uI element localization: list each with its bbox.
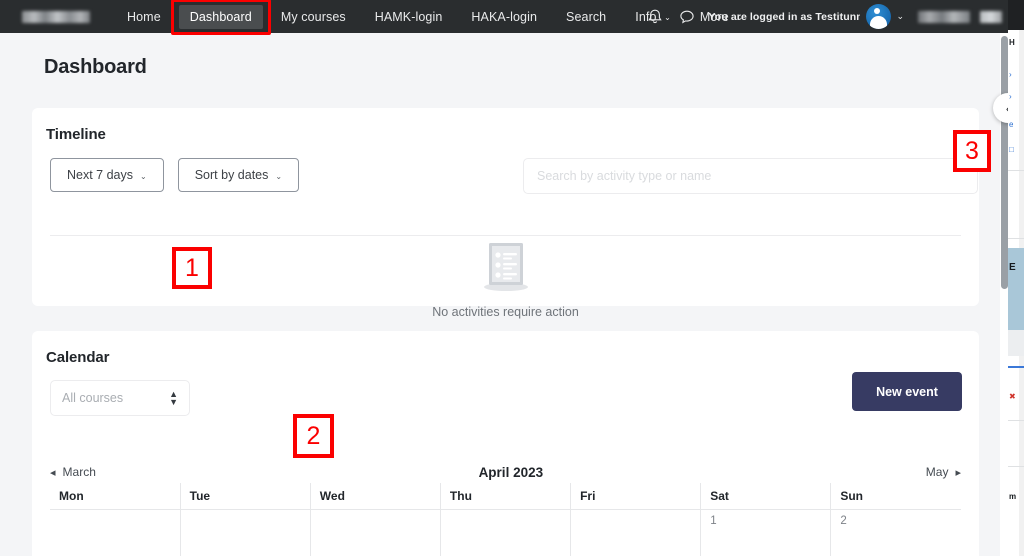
nav-item-dashboard[interactable]: Dashboard xyxy=(170,0,271,35)
calendar-card: Calendar All courses ▲ ▼ New event ◂ Marc… xyxy=(32,331,979,556)
calendar-next-month-label: May xyxy=(925,465,949,479)
calendar-day-header: Tue xyxy=(180,483,311,510)
avatar-body xyxy=(870,16,888,29)
background-text-fragment: › xyxy=(1009,92,1012,101)
background-divider xyxy=(1008,170,1024,171)
background-text-fragment: E xyxy=(1009,262,1016,273)
messages-bubble-icon[interactable] xyxy=(676,6,698,28)
course-filter-select[interactable]: All courses ▲ ▼ xyxy=(50,380,190,416)
nav-item-label: Dashboard xyxy=(189,9,252,24)
background-divider xyxy=(1008,330,1024,356)
site-logo-blurred[interactable] xyxy=(22,10,90,23)
arrow-right-icon: ▸ xyxy=(955,466,961,479)
activities-list-icon xyxy=(475,241,537,293)
timeline-empty-message: No activities require action xyxy=(432,305,579,319)
calendar-week-row: 1 2 xyxy=(50,509,961,556)
background-window-titlebar xyxy=(1008,0,1024,30)
new-event-button[interactable]: New event xyxy=(852,372,962,411)
background-text-fragment: H xyxy=(1009,38,1015,47)
blurred-user-name xyxy=(918,10,970,23)
page-content: Dashboard Timeline Next 7 days ⌄ Sort by… xyxy=(0,33,1008,556)
calendar-day-cell[interactable] xyxy=(180,509,311,556)
chevron-down-icon: ⌄ xyxy=(275,171,283,181)
calendar-header-row: Mon Tue Wed Thu Fri Sat Sun xyxy=(50,483,961,510)
calendar-controls: All courses ▲ ▼ New event xyxy=(50,372,979,416)
calendar-day-cell[interactable] xyxy=(50,509,181,556)
annotation-marker-3: 3 xyxy=(953,130,991,172)
calendar-day-header: Fri xyxy=(570,483,702,510)
nav-item-hamk-login[interactable]: HAMK-login xyxy=(364,5,454,29)
calendar-next-month[interactable]: May ▸ xyxy=(926,465,961,479)
calendar-day-header: Wed xyxy=(310,483,441,510)
calendar-day-cell[interactable] xyxy=(310,509,441,556)
nav-item-label: HAKA-login xyxy=(471,9,538,24)
navbar-right-cluster: You are logged in as Testitunnus Op ⌄ xyxy=(644,0,1008,33)
timeline-heading: Timeline xyxy=(46,126,106,143)
calendar-current-month: April 2023 xyxy=(478,464,544,480)
calendar-prev-month-label: March xyxy=(62,465,96,479)
calendar-day-header: Thu xyxy=(440,483,572,510)
logged-in-status: You are logged in as Testitunnus Op xyxy=(708,10,861,23)
nav-item-label: Home xyxy=(127,9,161,24)
nav-item-label: Search xyxy=(566,9,607,24)
timeline-sort-label: Sort by dates xyxy=(194,168,269,182)
timeline-search-input[interactable]: Search by activity type or name xyxy=(523,158,978,194)
timeline-divider xyxy=(50,235,961,236)
nav-item-home[interactable]: Home xyxy=(116,5,172,29)
calendar-day-cell[interactable] xyxy=(570,509,702,556)
chevron-down-icon: ⌄ xyxy=(896,11,904,21)
browser-viewport: Home Dashboard My courses HAMK-login HAK… xyxy=(0,0,1008,556)
calendar-day-cell[interactable] xyxy=(440,509,572,556)
course-filter-value: All courses xyxy=(62,391,124,405)
nav-item-label: HAMK-login xyxy=(374,9,443,24)
chevron-down-icon: ⌄ xyxy=(140,171,147,181)
annotation-marker-2: 2 xyxy=(293,414,334,458)
top-navbar: Home Dashboard My courses HAMK-login HAK… xyxy=(0,0,1008,35)
background-text-fragment: m xyxy=(1009,492,1017,501)
nav-item-label: My courses xyxy=(280,9,346,24)
avatar-head xyxy=(874,8,881,14)
calendar-day-header: Sun xyxy=(830,483,961,510)
background-text-fragment: □ xyxy=(1009,145,1014,154)
calendar-heading: Calendar xyxy=(46,349,110,366)
nav-item-search[interactable]: Search xyxy=(555,5,617,29)
calendar-prev-month[interactable]: ◂ March xyxy=(50,465,96,479)
calendar-day-cell[interactable]: 1 xyxy=(700,509,832,556)
annotation-marker-1: 1 xyxy=(172,247,212,289)
calendar-month-navigation: ◂ March April 2023 May ▸ xyxy=(50,463,961,481)
notification-bell-icon[interactable] xyxy=(644,6,666,28)
sort-updown-icon: ▲ ▼ xyxy=(169,389,178,407)
background-text-fragment: e xyxy=(1009,120,1014,129)
page-scrollbar-thumb[interactable] xyxy=(1001,36,1008,289)
arrow-left-icon: ◂ xyxy=(50,466,56,479)
blurred-language-menu[interactable] xyxy=(980,10,1002,23)
calendar-day-cell[interactable]: 2 xyxy=(831,510,961,556)
timeline-range-filter[interactable]: Next 7 days ⌄ xyxy=(50,158,164,192)
nav-item-haka-login[interactable]: HAKA-login xyxy=(460,5,548,29)
calendar-day-header: Mon xyxy=(50,483,181,510)
calendar-day-header: Sat xyxy=(700,483,832,510)
background-text-fragment: ✖ xyxy=(1009,392,1016,401)
user-menu[interactable]: ⌄ xyxy=(866,4,904,29)
background-divider xyxy=(1008,366,1024,368)
background-text-fragment: › xyxy=(1009,70,1012,79)
background-window-sliver: H › › e □ E ✖ m xyxy=(1008,0,1024,556)
calendar-table: Mon Tue Wed Thu Fri Sat Sun 1 2 xyxy=(50,483,961,556)
timeline-controls: Next 7 days ⌄ Sort by dates ⌄ Search by … xyxy=(50,158,979,194)
screen-root: Home Dashboard My courses HAMK-login HAK… xyxy=(0,0,1024,556)
background-divider xyxy=(1008,420,1024,421)
background-divider xyxy=(1008,466,1024,467)
page-title: Dashboard xyxy=(44,56,147,78)
timeline-sort-filter[interactable]: Sort by dates ⌄ xyxy=(177,158,300,192)
avatar[interactable] xyxy=(866,4,892,29)
timeline-range-label: Next 7 days xyxy=(67,168,134,182)
nav-item-my-courses[interactable]: My courses xyxy=(270,5,357,29)
background-divider xyxy=(1008,238,1024,239)
background-highlight-band xyxy=(1008,288,1024,330)
